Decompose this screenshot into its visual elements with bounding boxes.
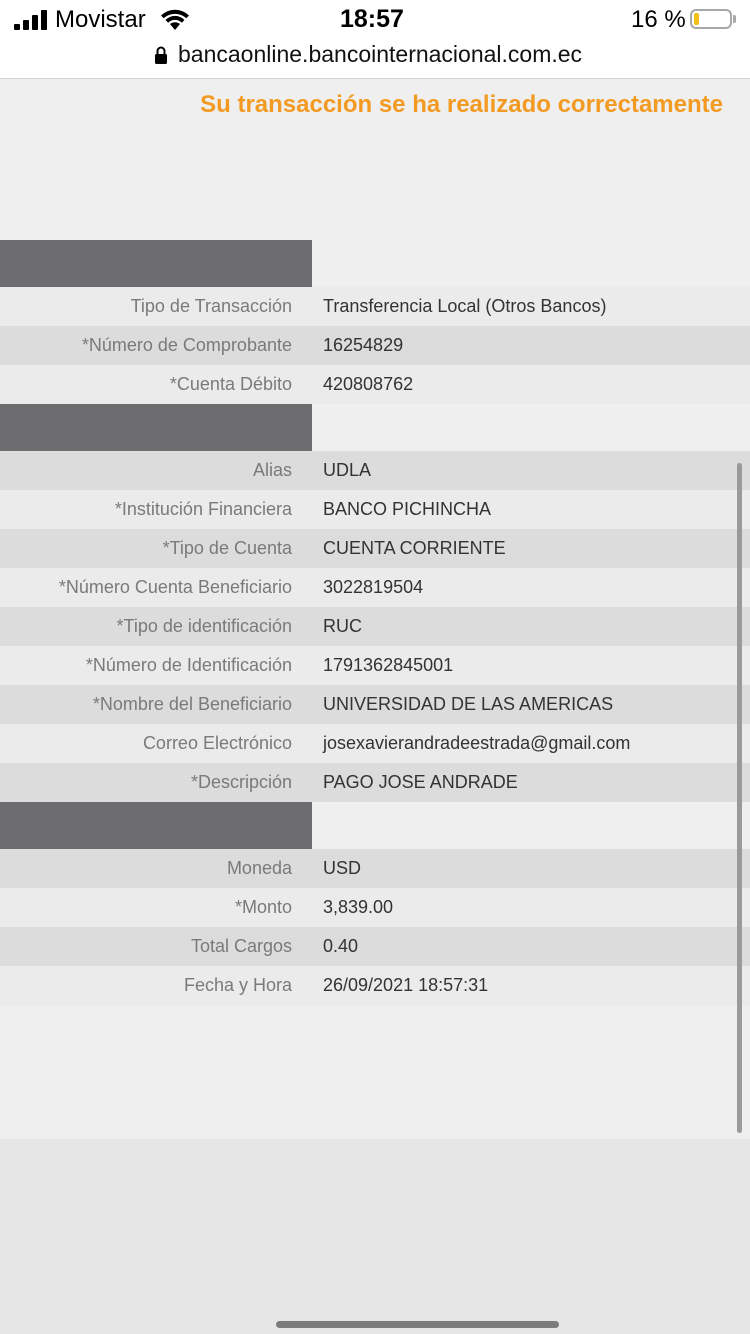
row-value: CUENTA CORRIENTE xyxy=(323,538,506,558)
row-label: *Número de Comprobante xyxy=(81,335,292,355)
url-text[interactable]: bancaonline.bancointernacional.com.ec xyxy=(178,41,582,68)
status-bar: Movistar 18:57 16 % xyxy=(0,0,750,40)
row-value: USD xyxy=(323,858,362,878)
table-row: *Número de Comprobante 16254829 xyxy=(0,326,750,365)
row-label: Fecha y Hora xyxy=(183,975,292,995)
table-row: *Nombre del Beneficiario UNIVERSIDAD DE … xyxy=(0,685,750,724)
table-row: Total Cargos 0.40 xyxy=(0,927,750,966)
lock-icon xyxy=(155,46,167,64)
home-indicator[interactable] xyxy=(276,1321,559,1328)
table-row: Tipo de Transacción Transferencia Local … xyxy=(0,287,750,326)
clock: 18:57 xyxy=(340,5,404,33)
row-value: 0.40 xyxy=(323,936,359,956)
table-row: *Número de Identificación 1791362845001 xyxy=(0,646,750,685)
carrier-name: Movistar xyxy=(55,6,146,33)
table-row: Alias UDLA xyxy=(0,451,750,490)
row-label: Moneda xyxy=(226,858,292,878)
table-row: Moneda USD xyxy=(0,849,750,888)
table-row: *Tipo de Cuenta CUENTA CORRIENTE xyxy=(0,529,750,568)
row-label: *Institución Financiera xyxy=(114,499,292,519)
row-value: Transferencia Local (Otros Bancos) xyxy=(323,296,607,316)
table-row: *Tipo de identificación RUC xyxy=(0,607,750,646)
section-header-beneficiary xyxy=(0,404,312,451)
row-label: *Nombre del Beneficiario xyxy=(92,694,292,714)
row-value: UNIVERSIDAD DE LAS AMERICAS xyxy=(323,694,614,714)
browser-url-bar[interactable]: bancaonline.bancointernacional.com.ec xyxy=(0,40,750,79)
table-row: *Institución Financiera BANCO PICHINCHA xyxy=(0,490,750,529)
table-row: *Descripción PAGO JOSE ANDRADE xyxy=(0,763,750,802)
row-label: Total Cargos xyxy=(190,936,292,956)
row-value: 420808762 xyxy=(323,374,414,394)
battery-percentage: 16 % xyxy=(631,6,686,33)
row-value: 3,839.00 xyxy=(323,897,394,917)
row-label: *Descripción xyxy=(190,772,292,792)
row-label: *Monto xyxy=(234,897,292,917)
row-label: *Tipo de identificación xyxy=(116,616,292,636)
row-value: PAGO JOSE ANDRADE xyxy=(323,772,518,792)
row-value: 16254829 xyxy=(323,335,404,355)
success-message: Su transacción se ha realizado correctam… xyxy=(200,91,723,118)
row-value: 3022819504 xyxy=(323,577,424,597)
scrollbar[interactable] xyxy=(737,463,742,1133)
table-row: Fecha y Hora 26/09/2021 18:57:31 xyxy=(0,966,750,1005)
table-row: *Monto 3,839.00 xyxy=(0,888,750,927)
row-label: *Número de Identificación xyxy=(85,655,292,675)
row-label: *Tipo de Cuenta xyxy=(162,538,292,558)
table-row: *Cuenta Débito 420808762 xyxy=(0,365,750,404)
row-value: RUC xyxy=(323,616,362,636)
row-label: Correo Electrónico xyxy=(142,733,292,753)
row-value: josexavierandradeestrada@gmail.com xyxy=(323,733,631,753)
row-label: Tipo de Transacción xyxy=(130,296,292,316)
section-header-amount xyxy=(0,802,312,849)
screen: Movistar 18:57 16 % bancaonline.bancoint… xyxy=(0,0,750,1334)
wifi-icon xyxy=(161,9,189,30)
row-label: Alias xyxy=(252,460,292,480)
battery-fill xyxy=(694,13,699,25)
signal-icon xyxy=(14,10,48,30)
row-label: *Cuenta Débito xyxy=(169,374,292,394)
battery-icon xyxy=(690,9,732,29)
battery-tip xyxy=(733,15,736,23)
row-value: UDLA xyxy=(323,460,372,480)
section-header-transaction xyxy=(0,240,312,287)
table-row: Correo Electrónico josexavierandradeestr… xyxy=(0,724,750,763)
row-value: 1791362845001 xyxy=(323,655,454,675)
row-value: 26/09/2021 18:57:31 xyxy=(323,975,489,995)
page-content: Su transacción se ha realizado correctam… xyxy=(0,79,750,1139)
row-value: BANCO PICHINCHA xyxy=(323,499,492,519)
row-label: *Número Cuenta Beneficiario xyxy=(58,577,292,597)
table-row: *Número Cuenta Beneficiario 3022819504 xyxy=(0,568,750,607)
